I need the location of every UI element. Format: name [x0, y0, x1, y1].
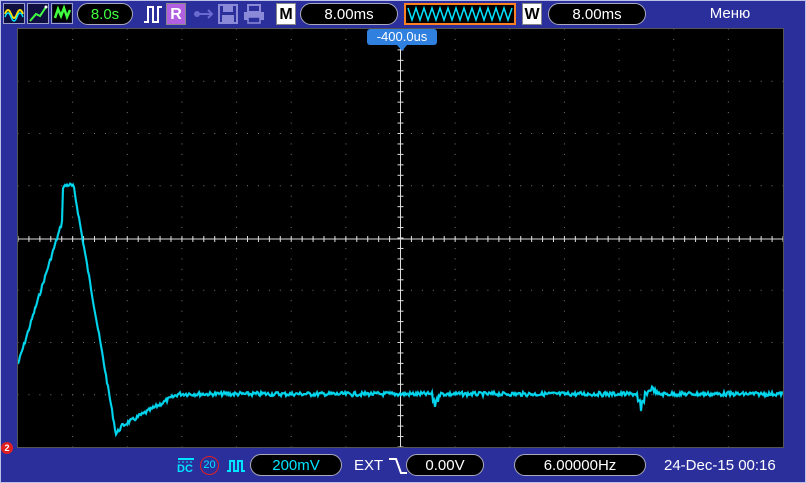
channel-ground-marker[interactable]: 2 — [1, 442, 13, 454]
volts-per-div-display[interactable]: 200mV — [250, 454, 342, 476]
persistence-icon[interactable] — [51, 3, 73, 24]
run-status-badge[interactable]: R — [166, 3, 186, 25]
datetime-display: 24-Dec-15 00:16 — [664, 457, 776, 474]
bandwidth-limit-badge[interactable]: 20 — [200, 456, 219, 475]
window-timebase-label: W — [522, 3, 542, 25]
window-timebase-display[interactable]: 8.00ms — [548, 3, 646, 25]
dc-coupling-icon[interactable]: DC — [176, 456, 196, 476]
xy-mode-icon[interactable] — [27, 3, 49, 24]
save-icon[interactable] — [218, 4, 238, 29]
sine-wave-icon[interactable] — [3, 3, 25, 24]
menu-button[interactable]: Меню — [700, 5, 760, 22]
trigger-position-arrow-icon — [397, 45, 407, 51]
waveform-graticule — [16, 28, 784, 448]
trigger-offset-marker[interactable]: -400.0us — [367, 29, 437, 45]
falling-edge-icon[interactable] — [388, 457, 408, 480]
channel-waveform-icon[interactable] — [226, 458, 246, 479]
pulse-trigger-icon[interactable] — [143, 4, 163, 29]
waveform-window-icon[interactable] — [404, 3, 516, 25]
coupling-label: DC — [177, 463, 193, 475]
waveform-screen — [16, 28, 784, 448]
print-icon[interactable] — [243, 4, 265, 29]
frequency-display: 6.00000Hz — [514, 454, 646, 476]
trigger-level-display[interactable]: 0.00V — [406, 454, 484, 476]
main-timebase-display[interactable]: 8.00ms — [300, 3, 398, 25]
usb-icon[interactable] — [192, 6, 216, 27]
main-timebase-label: M — [276, 3, 296, 25]
trigger-source-label: EXT — [354, 457, 384, 474]
run-time-display: 8.0s — [77, 3, 133, 25]
